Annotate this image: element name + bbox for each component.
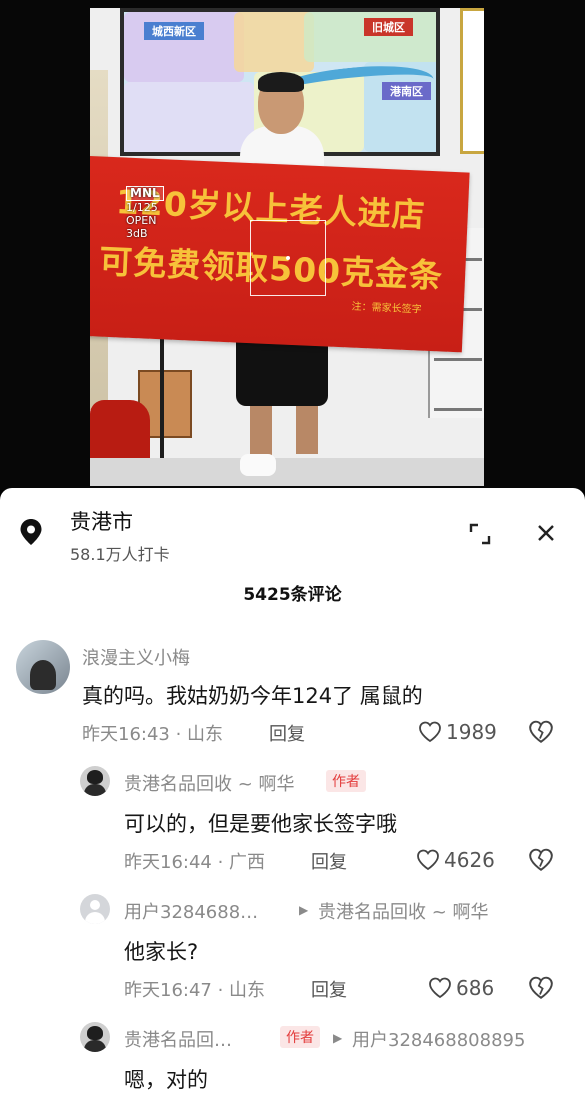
reply-arrow-icon: ▶ [333,1031,343,1045]
close-icon[interactable] [534,521,558,545]
author-badge: 作者 [326,770,366,792]
person-leg [250,404,272,460]
expand-icon[interactable] [467,521,493,547]
comment-text: 嗯，对的 [124,1068,208,1092]
like-button[interactable]: 1989 [418,719,497,745]
heart-icon [419,721,441,743]
comment-username[interactable]: 贵港名品回收 ~ 啊华 [124,770,295,796]
avatar[interactable] [80,766,110,796]
map-tag: 旧城区 [364,18,413,36]
heart-icon [429,977,451,999]
reply-button[interactable]: 回复 [311,848,347,874]
map-tag: 城西新区 [144,22,204,40]
like-count: 686 [456,976,495,1000]
reply-to-username[interactable]: 贵港名品回收 ~ 啊华 [318,898,489,924]
comment-time-location: 昨天16:47 · 山东 [124,980,266,1001]
like-count: 4626 [444,848,495,872]
focus-frame [250,220,326,296]
like-button[interactable]: 686 [428,975,494,1001]
map-tag: 港南区 [382,82,431,100]
camera-overlay: MNL 1/125 OPEN 3dB [126,186,164,240]
location-checkins: 58.1万人打卡 [70,545,170,564]
like-count: 1989 [446,720,497,744]
camera-gain: 3dB [126,227,148,240]
person-shoe [240,454,276,476]
avatar[interactable] [80,1022,110,1052]
location-title[interactable]: 贵港市 [70,506,133,536]
camera-aperture: OPEN [126,214,157,227]
reply-button[interactable]: 回复 [269,720,305,746]
banner-note: 注：需家长签字 [351,301,422,316]
broken-heart-icon[interactable] [528,719,554,745]
avatar[interactable] [16,640,70,694]
comment-time-location: 昨天16:43 · 山东 [82,724,224,745]
floor [90,458,484,486]
author-badge: 作者 [280,1026,320,1048]
comment-username[interactable]: 用户3284688… [124,898,258,924]
poster-frame [460,8,484,154]
comment-text: 可以的，但是要他家长签字哦 [124,812,397,836]
camera-shutter: 1/125 [126,201,158,214]
reply-arrow-icon: ▶ [299,903,309,917]
tripod [160,328,164,458]
comment-text: 他家长? [124,940,199,964]
comment-username[interactable]: 浪漫主义小梅 [82,644,190,670]
heart-icon [417,849,439,871]
like-button[interactable]: 4626 [416,847,495,873]
camera-mode: MNL [126,186,164,201]
location-pin-icon [20,519,42,545]
comment-text: 真的吗。我姑奶奶今年124了 属鼠的 [82,684,423,708]
video-frame: 城西新区 旧城区 港南区 120岁以上老人进店 可免费领取500克金条 注：需家… [90,8,484,486]
reply-button[interactable]: 回复 [311,976,347,1002]
default-avatar-icon[interactable] [80,894,110,924]
comment-time-location: 昨天16:44 · 广西 [124,852,266,873]
comments-sheet: 贵港市 58.1万人打卡 5425条评论 浪漫主义小梅 真的吗。我姑奶奶今年12… [0,488,585,1102]
person-hair [258,72,304,92]
reply-to-username[interactable]: 用户328468808895 [352,1026,525,1052]
person-leg [296,404,318,454]
comments-count: 5425条评论 [243,585,342,605]
comment-username[interactable]: 贵港名品回… [124,1026,232,1052]
broken-heart-icon[interactable] [528,975,554,1001]
broken-heart-icon[interactable] [528,847,554,873]
video-player[interactable]: 城西新区 旧城区 港南区 120岁以上老人进店 可免费领取500克金条 注：需家… [0,0,585,490]
